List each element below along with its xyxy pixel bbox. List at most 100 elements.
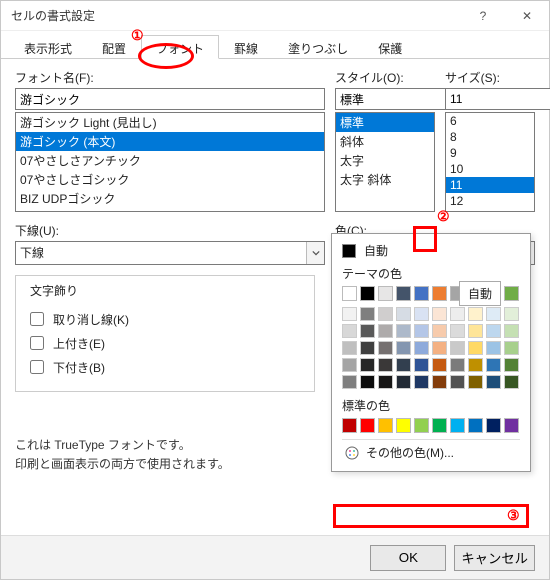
color-cell[interactable] xyxy=(504,286,519,301)
list-item[interactable]: 07やさしさゴシック xyxy=(16,170,324,189)
sub-checkbox[interactable] xyxy=(30,360,44,374)
strike-checkbox[interactable] xyxy=(30,312,44,326)
color-cell[interactable] xyxy=(450,341,465,355)
color-cell[interactable] xyxy=(378,358,393,372)
color-cell[interactable] xyxy=(504,307,519,321)
tab-protection[interactable]: 保護 xyxy=(363,35,417,58)
color-cell[interactable] xyxy=(414,341,429,355)
color-cell[interactable] xyxy=(432,418,447,433)
color-cell[interactable] xyxy=(378,307,393,321)
color-cell[interactable] xyxy=(378,418,393,433)
color-cell[interactable] xyxy=(342,375,357,389)
cancel-button[interactable]: キャンセル xyxy=(454,545,535,571)
help-button[interactable]: ? xyxy=(461,1,505,31)
color-cell[interactable] xyxy=(414,358,429,372)
color-cell[interactable] xyxy=(414,324,429,338)
color-cell[interactable] xyxy=(414,418,429,433)
color-cell[interactable] xyxy=(360,286,375,301)
color-cell[interactable] xyxy=(468,375,483,389)
color-cell[interactable] xyxy=(468,358,483,372)
list-item[interactable]: 游ゴシック Light (見出し) xyxy=(16,113,324,132)
color-cell[interactable] xyxy=(468,307,483,321)
fontname-input[interactable] xyxy=(15,88,325,110)
color-cell[interactable] xyxy=(360,375,375,389)
style-listbox[interactable]: 標準斜体太字太字 斜体 xyxy=(335,112,435,212)
color-cell[interactable] xyxy=(378,375,393,389)
color-cell[interactable] xyxy=(360,418,375,433)
color-cell[interactable] xyxy=(342,324,357,338)
color-cell[interactable] xyxy=(414,286,429,301)
color-cell[interactable] xyxy=(378,341,393,355)
list-item[interactable]: 斜体 xyxy=(336,132,434,151)
color-cell[interactable] xyxy=(360,341,375,355)
list-item[interactable]: 標準 xyxy=(336,113,434,132)
list-item[interactable]: 11 xyxy=(446,177,534,193)
chevron-down-icon[interactable] xyxy=(306,242,324,264)
color-cell[interactable] xyxy=(486,307,501,321)
color-cell[interactable] xyxy=(450,418,465,433)
color-cell[interactable] xyxy=(342,341,357,355)
color-cell[interactable] xyxy=(396,307,411,321)
color-cell[interactable] xyxy=(504,418,519,433)
list-item[interactable]: BIZ UDPゴシック xyxy=(16,189,324,208)
color-cell[interactable] xyxy=(504,324,519,338)
color-cell[interactable] xyxy=(360,324,375,338)
list-item[interactable]: 游ゴシック (本文) xyxy=(16,132,324,151)
color-cell[interactable] xyxy=(486,358,501,372)
tab-display[interactable]: 表示形式 xyxy=(9,35,87,58)
color-cell[interactable] xyxy=(432,375,447,389)
color-cell[interactable] xyxy=(450,375,465,389)
color-cell[interactable] xyxy=(468,324,483,338)
color-cell[interactable] xyxy=(342,418,357,433)
underline-dropdown[interactable]: 下線 xyxy=(15,241,325,265)
color-cell[interactable] xyxy=(486,375,501,389)
color-cell[interactable] xyxy=(396,286,411,301)
color-cell[interactable] xyxy=(432,358,447,372)
color-cell[interactable] xyxy=(432,286,447,301)
color-cell[interactable] xyxy=(450,358,465,372)
list-item[interactable]: 07やさしさアンチック xyxy=(16,151,324,170)
list-item[interactable]: 8 xyxy=(446,129,534,145)
color-cell[interactable] xyxy=(432,341,447,355)
color-cell[interactable] xyxy=(414,375,429,389)
close-button[interactable]: ✕ xyxy=(505,1,549,31)
super-checkbox-row[interactable]: 上付き(E) xyxy=(26,333,304,353)
color-cell[interactable] xyxy=(486,418,501,433)
color-cell[interactable] xyxy=(486,324,501,338)
list-item[interactable]: 太字 斜体 xyxy=(336,170,434,189)
color-cell[interactable] xyxy=(396,418,411,433)
sub-checkbox-row[interactable]: 下付き(B) xyxy=(26,357,304,377)
color-cell[interactable] xyxy=(450,324,465,338)
auto-color-row[interactable]: 自動 xyxy=(342,242,520,259)
color-cell[interactable] xyxy=(504,375,519,389)
color-cell[interactable] xyxy=(414,307,429,321)
list-item[interactable]: 6 xyxy=(446,113,534,129)
tab-font[interactable]: フォント xyxy=(141,35,219,59)
tab-border[interactable]: 罫線 xyxy=(219,35,273,58)
color-cell[interactable] xyxy=(378,324,393,338)
super-checkbox[interactable] xyxy=(30,336,44,350)
ok-button[interactable]: OK xyxy=(370,545,446,571)
color-cell[interactable] xyxy=(342,307,357,321)
color-cell[interactable] xyxy=(468,341,483,355)
color-cell[interactable] xyxy=(360,358,375,372)
tab-alignment[interactable]: 配置 xyxy=(87,35,141,58)
more-colors-button[interactable]: その他の色(M)... xyxy=(342,439,520,465)
color-cell[interactable] xyxy=(504,341,519,355)
list-item[interactable]: 9 xyxy=(446,145,534,161)
color-cell[interactable] xyxy=(432,307,447,321)
size-input[interactable] xyxy=(445,88,550,110)
color-cell[interactable] xyxy=(432,324,447,338)
color-cell[interactable] xyxy=(468,418,483,433)
color-cell[interactable] xyxy=(342,286,357,301)
color-cell[interactable] xyxy=(396,375,411,389)
color-cell[interactable] xyxy=(342,358,357,372)
color-cell[interactable] xyxy=(360,307,375,321)
list-item[interactable]: 10 xyxy=(446,161,534,177)
list-item[interactable]: 太字 xyxy=(336,151,434,170)
color-cell[interactable] xyxy=(450,307,465,321)
color-cell[interactable] xyxy=(396,358,411,372)
strike-checkbox-row[interactable]: 取り消し線(K) xyxy=(26,309,304,329)
color-cell[interactable] xyxy=(396,324,411,338)
list-item[interactable]: 12 xyxy=(446,193,534,209)
